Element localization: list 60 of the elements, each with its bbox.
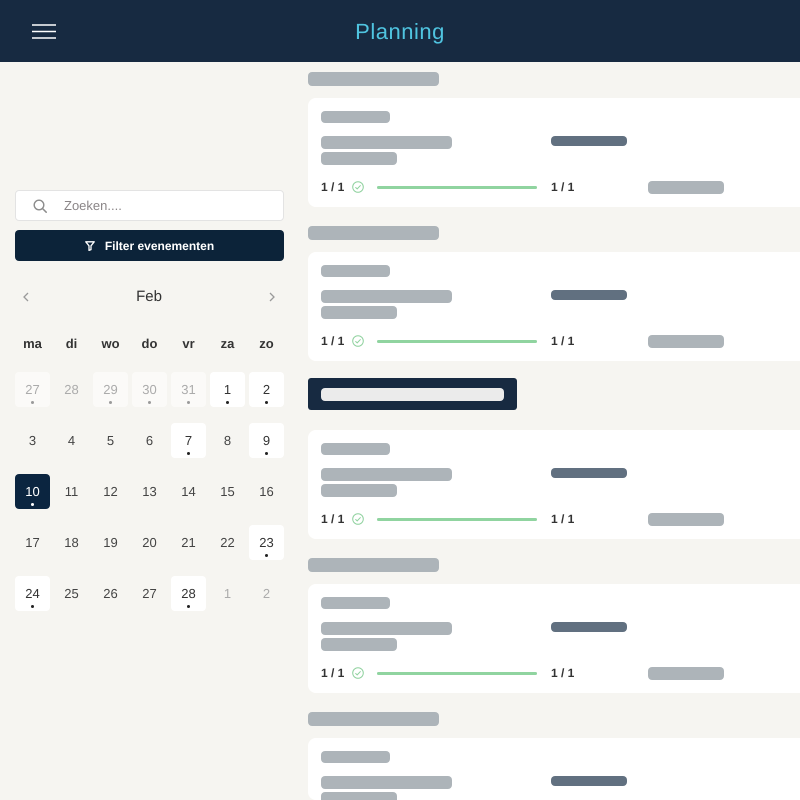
filter-button[interactable]: Filter evenementen bbox=[15, 230, 284, 261]
progress-count: 1 / 1 bbox=[321, 179, 346, 196]
calendar-day[interactable]: 11 bbox=[54, 474, 89, 509]
weekday-label: ma bbox=[22, 335, 43, 353]
weekday-label: wo bbox=[100, 335, 121, 353]
search-field[interactable]: Zoeken.... bbox=[15, 190, 284, 221]
weekday-label: za bbox=[220, 335, 236, 353]
calendar-day[interactable]: 21 bbox=[171, 525, 206, 560]
calendar-day[interactable]: 14 bbox=[171, 474, 206, 509]
calendar-day[interactable]: 24 bbox=[15, 576, 50, 611]
page-title: Planning bbox=[355, 18, 445, 46]
calendar-day[interactable]: 16 bbox=[249, 474, 284, 509]
next-month-button[interactable] bbox=[268, 292, 275, 302]
progress-count: 1 / 1 bbox=[321, 511, 346, 528]
calendar-day[interactable]: 28 bbox=[171, 576, 206, 611]
filter-icon bbox=[84, 240, 95, 250]
skeleton-bar bbox=[321, 597, 390, 609]
skeleton-bar bbox=[321, 751, 390, 763]
skeleton-bar bbox=[321, 443, 390, 455]
weekday-label: zo bbox=[258, 335, 275, 353]
calendar-day[interactable]: 12 bbox=[93, 474, 128, 509]
calendar-day[interactable]: 19 bbox=[93, 525, 128, 560]
calendar-day[interactable]: 10 bbox=[15, 474, 50, 509]
progress-count: 1 / 1 bbox=[551, 511, 576, 528]
progress-count: 1 / 1 bbox=[321, 333, 346, 350]
progress-count: 1 / 1 bbox=[551, 665, 576, 682]
search-icon bbox=[33, 199, 47, 213]
calendar-day[interactable]: 27 bbox=[132, 576, 167, 611]
calendar-day[interactable]: 5 bbox=[93, 423, 128, 458]
calendar-day[interactable]: 8 bbox=[210, 423, 245, 458]
progress-count: 1 / 1 bbox=[551, 179, 576, 196]
calendar-day[interactable]: 25 bbox=[54, 576, 89, 611]
weekday-label: do bbox=[140, 335, 158, 353]
calendar-day[interactable]: 3 bbox=[15, 423, 50, 458]
calendar-day[interactable]: 9 bbox=[249, 423, 284, 458]
calendar-day[interactable]: 17 bbox=[15, 525, 50, 560]
calendar-day[interactable]: 1 bbox=[210, 372, 245, 407]
progress-count: 1 / 1 bbox=[321, 665, 346, 682]
progress-count: 1 / 1 bbox=[551, 333, 576, 350]
previous-month-button[interactable] bbox=[23, 292, 29, 302]
menu-icon bbox=[32, 24, 56, 38]
weekday-label: vr bbox=[181, 335, 196, 353]
chevron-right-icon bbox=[268, 292, 275, 302]
calendar-day[interactable]: 22 bbox=[210, 525, 245, 560]
calendar-day[interactable]: 2 bbox=[249, 372, 284, 407]
calendar-day[interactable]: 4 bbox=[54, 423, 89, 458]
weekday-label: di bbox=[64, 335, 78, 353]
calendar-day[interactable]: 7 bbox=[171, 423, 206, 458]
skeleton-bar bbox=[321, 111, 390, 123]
calendar-day[interactable]: 18 bbox=[54, 525, 89, 560]
chevron-left-icon bbox=[23, 292, 29, 302]
menu-button[interactable] bbox=[32, 24, 56, 38]
calendar-day[interactable]: 6 bbox=[132, 423, 167, 458]
calendar-day[interactable]: 15 bbox=[210, 474, 245, 509]
calendar-day[interactable]: 23 bbox=[249, 525, 284, 560]
skeleton-bar bbox=[321, 265, 390, 277]
calendar-day[interactable]: 20 bbox=[132, 525, 167, 560]
month-label: Feb bbox=[136, 286, 162, 307]
calendar-day[interactable]: 26 bbox=[93, 576, 128, 611]
calendar-day[interactable]: 13 bbox=[132, 474, 167, 509]
